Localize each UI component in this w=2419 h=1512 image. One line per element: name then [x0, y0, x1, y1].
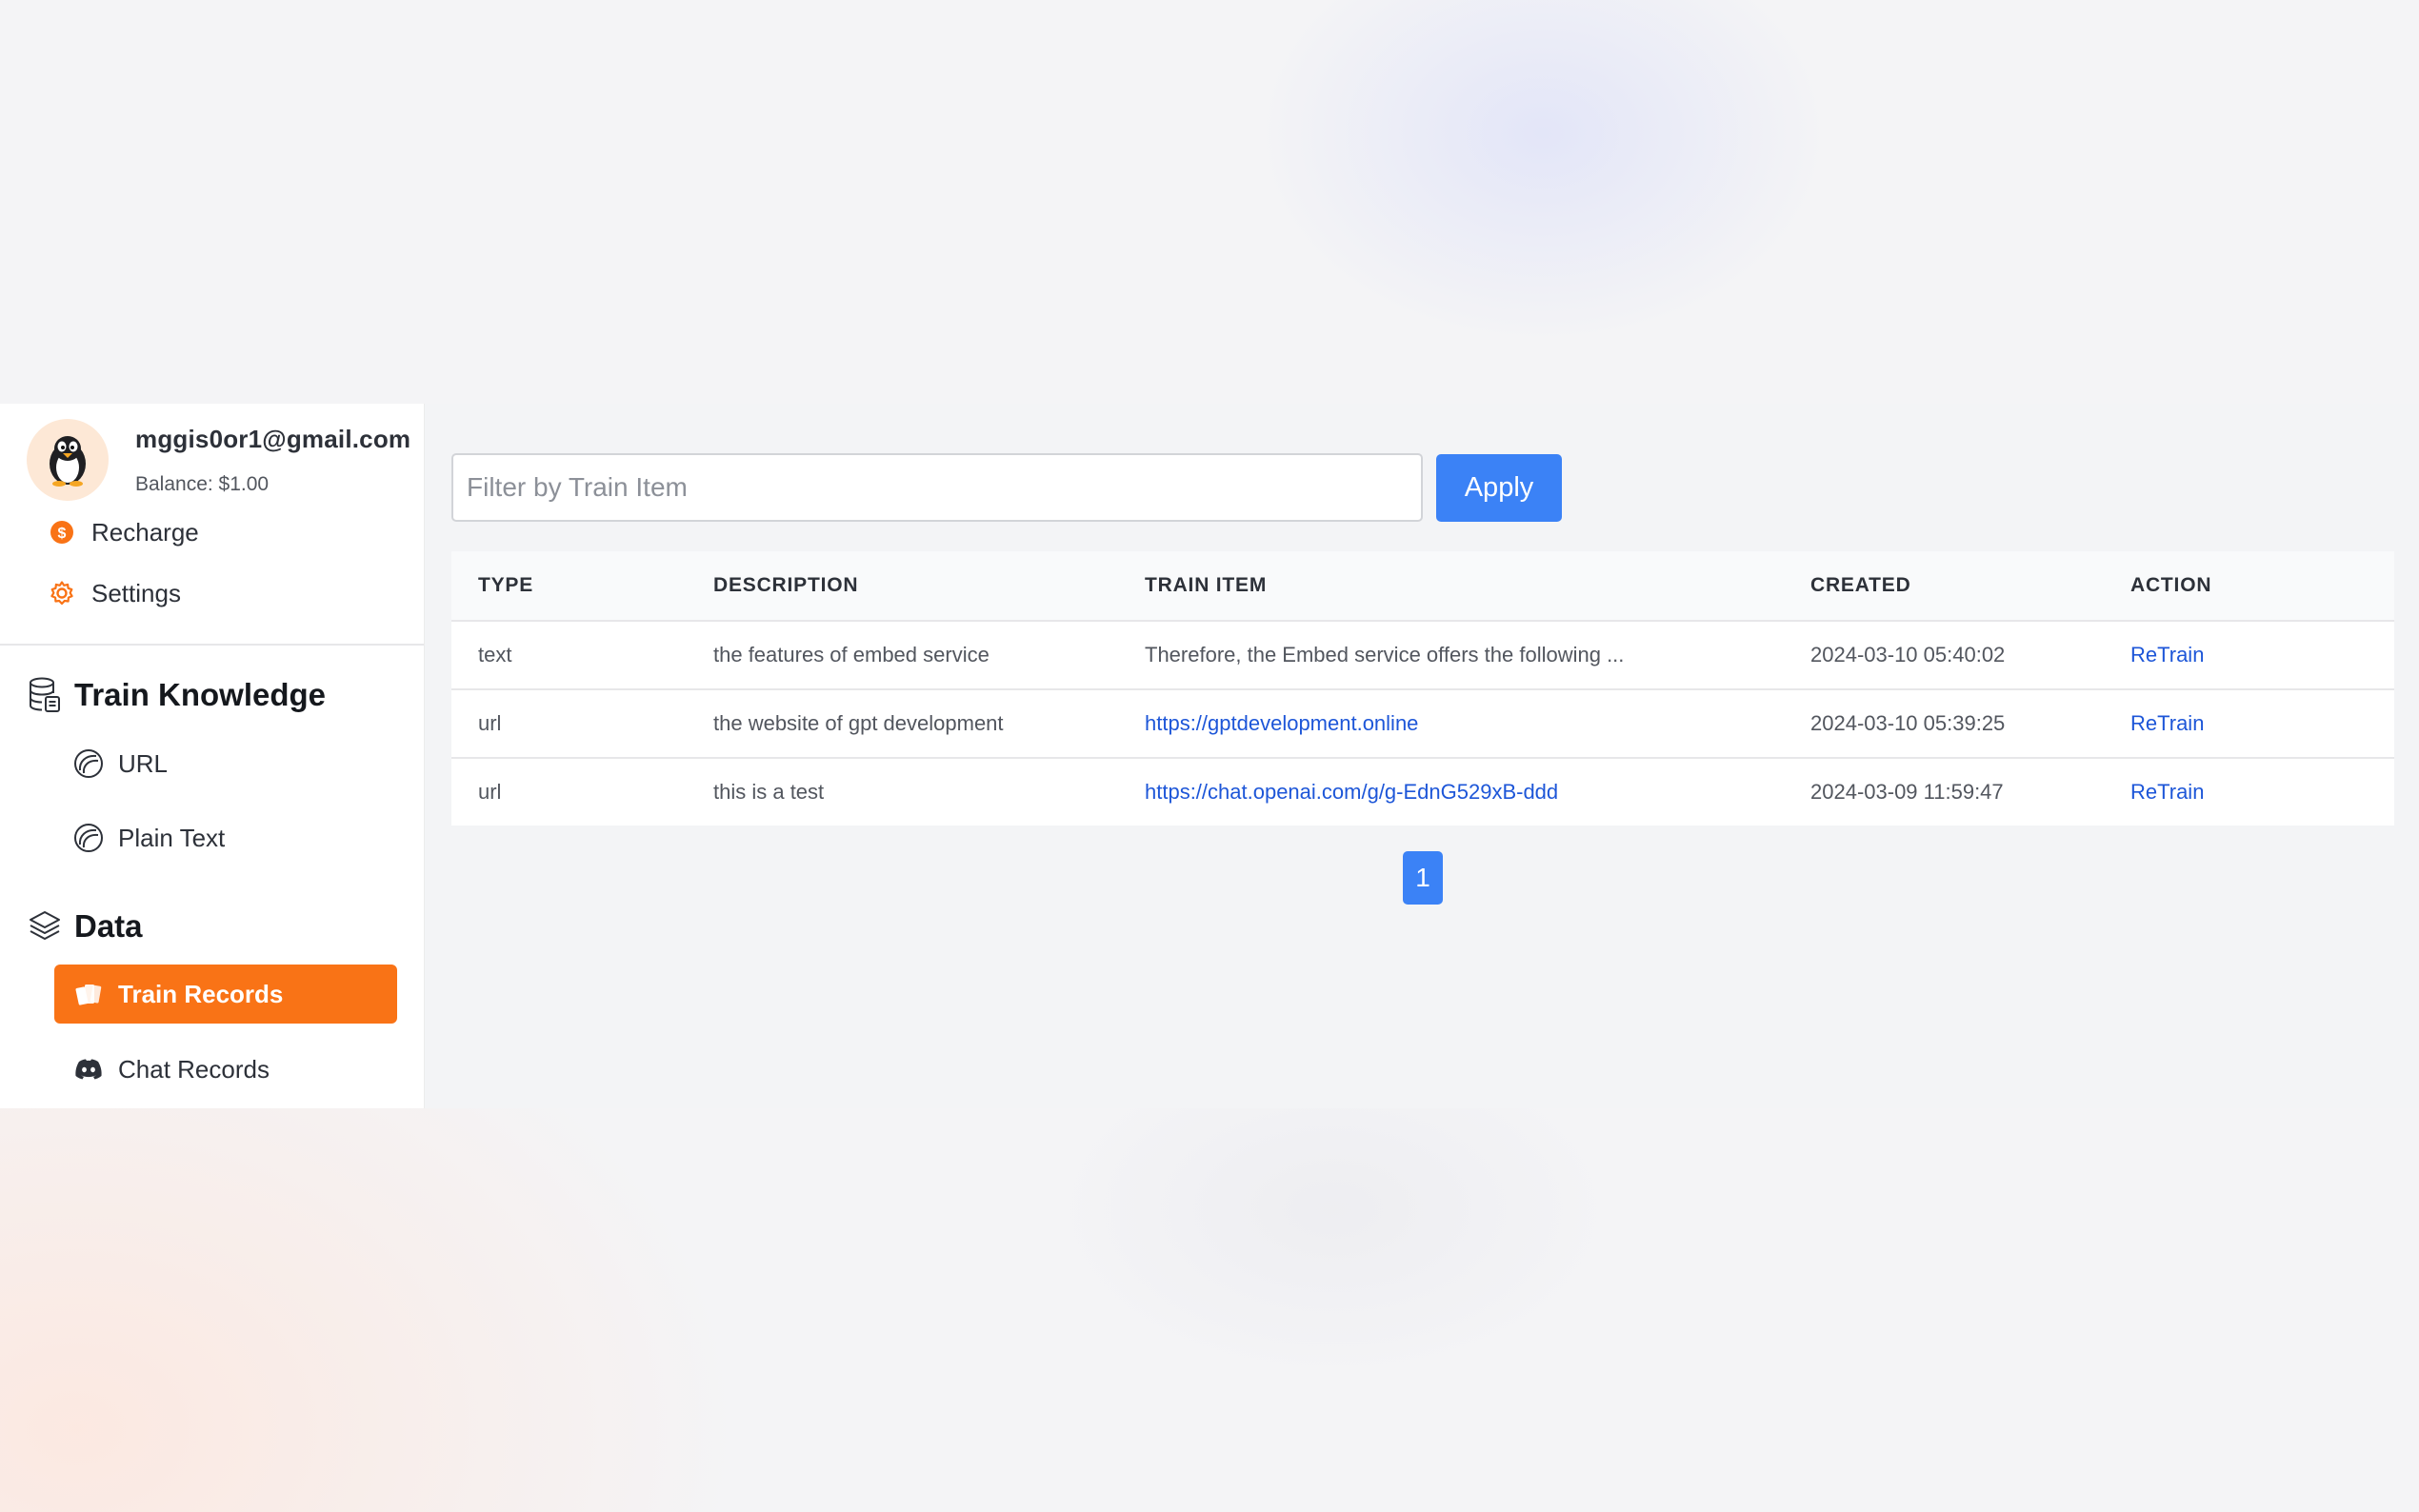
- column-header-train-item: TRAIN ITEM: [1145, 551, 1810, 621]
- recharge-label: Recharge: [91, 517, 199, 547]
- avatar[interactable]: [27, 419, 109, 501]
- retrain-link[interactable]: ReTrain: [2130, 643, 2204, 666]
- gear-icon: [46, 577, 78, 609]
- train-knowledge-title: Train Knowledge: [74, 677, 327, 712]
- data-title: Data: [74, 908, 143, 944]
- sidebar-item-chat-records-label: Chat Records: [118, 1054, 270, 1084]
- train-item-link[interactable]: https://chat.openai.com/g/g-EdnG529xB-dd…: [1145, 780, 1558, 804]
- pagination-page-button[interactable]: 1: [1403, 851, 1443, 905]
- cell-type: url: [451, 757, 713, 826]
- section-data: Data: [27, 907, 143, 945]
- sidebar: mggis0or1@gmail.com Balance: $1.00 $ Rec…: [0, 404, 425, 1108]
- cell-type: text: [451, 620, 713, 689]
- penguin-icon: [50, 436, 86, 487]
- retrain-link[interactable]: ReTrain: [2130, 711, 2204, 735]
- cards-icon: [72, 978, 105, 1010]
- apply-button[interactable]: Apply: [1436, 454, 1562, 522]
- settings-label: Settings: [91, 578, 181, 607]
- database-icon: [27, 676, 63, 714]
- table-header-row: TYPE DESCRIPTION TRAIN ITEM CREATED ACTI…: [451, 551, 2394, 621]
- cell-created: 2024-03-10 05:40:02: [1810, 620, 2130, 689]
- recharge-link[interactable]: $ Recharge: [46, 516, 199, 548]
- sidebar-item-train-records-label: Train Records: [118, 979, 284, 1008]
- settings-link[interactable]: Settings: [46, 577, 181, 609]
- sidebar-item-plain-text[interactable]: Plain Text: [72, 822, 225, 854]
- sidebar-item-train-records[interactable]: Train Records: [54, 965, 397, 1024]
- sidebar-item-url[interactable]: URL: [72, 747, 168, 780]
- cell-description: this is a test: [713, 757, 1145, 826]
- cell-train-item: Therefore, the Embed service offers the …: [1145, 620, 1810, 689]
- cell-description: the website of gpt development: [713, 688, 1145, 758]
- retrain-link[interactable]: ReTrain: [2130, 780, 2204, 804]
- filter-input[interactable]: [451, 453, 1423, 522]
- globe-icon: [72, 747, 105, 780]
- column-header-created: CREATED: [1810, 551, 2130, 621]
- section-train-knowledge: Train Knowledge: [27, 676, 326, 714]
- layers-icon: [27, 907, 63, 945]
- sidebar-item-plain-text-label: Plain Text: [118, 823, 226, 852]
- user-email: mggis0or1@gmail.com: [135, 425, 411, 453]
- sidebar-divider: [0, 644, 424, 646]
- cell-created: 2024-03-09 11:59:47: [1810, 757, 2130, 826]
- cell-description: the features of embed service: [713, 620, 1145, 689]
- svg-text:$: $: [58, 526, 67, 542]
- column-header-type: TYPE: [451, 551, 713, 621]
- cell-created: 2024-03-10 05:39:25: [1810, 688, 2130, 758]
- sidebar-item-url-label: URL: [118, 748, 169, 778]
- globe-icon: [72, 822, 105, 854]
- train-item-link[interactable]: https://gptdevelopment.online: [1145, 711, 1418, 735]
- user-profile: mggis0or1@gmail.com Balance: $1.00: [27, 419, 410, 501]
- cell-type: url: [451, 688, 713, 758]
- train-records-table: TYPE DESCRIPTION TRAIN ITEM CREATED ACTI…: [451, 551, 2394, 826]
- sidebar-item-chat-records[interactable]: Chat Records: [72, 1053, 270, 1085]
- table-row: url this is a test https://chat.openai.c…: [451, 757, 2394, 826]
- column-header-action: ACTION: [2130, 551, 2394, 621]
- table-row: text the features of embed service There…: [451, 620, 2394, 689]
- user-balance: Balance: $1.00: [135, 473, 270, 495]
- discord-icon: [72, 1053, 105, 1085]
- column-header-description: DESCRIPTION: [713, 551, 1145, 621]
- main-content: Apply TYPE DESCRIPTION TRAIN ITEM CREATE…: [425, 404, 2419, 1108]
- dollar-coin-icon: $: [46, 516, 78, 548]
- table-row: url the website of gpt development https…: [451, 688, 2394, 758]
